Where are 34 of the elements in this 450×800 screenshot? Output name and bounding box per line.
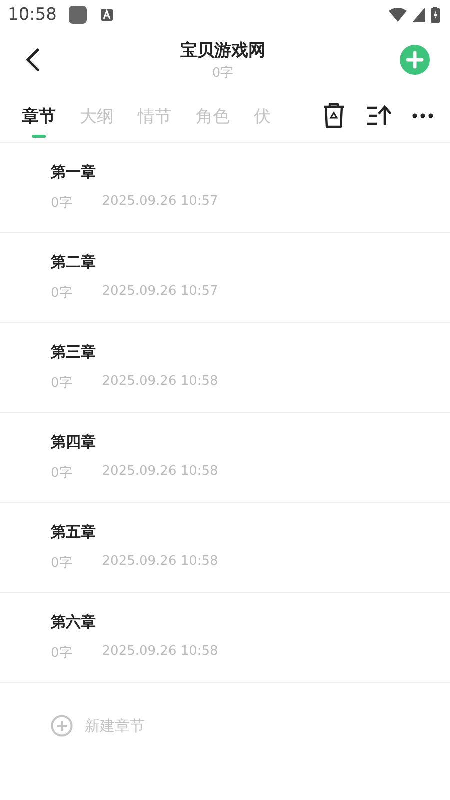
- chapter-item[interactable]: 第二章 0字 2025.09.26 10:57: [0, 233, 450, 323]
- chapter-item[interactable]: 第三章 0字 2025.09.26 10:58: [0, 323, 450, 413]
- chapter-item[interactable]: 第五章 0字 2025.09.26 10:58: [0, 503, 450, 593]
- status-time: 10:58: [8, 5, 57, 25]
- chapter-item[interactable]: 第四章 0字 2025.09.26 10:58: [0, 413, 450, 503]
- chapter-word-count: 0字: [51, 465, 72, 482]
- chapter-word-count: 0字: [51, 375, 72, 392]
- chapter-date: 2025.09.26 10:58: [102, 554, 218, 571]
- chapter-title: 第六章: [51, 613, 96, 632]
- chapter-item[interactable]: 第一章 0字 2025.09.26 10:57: [0, 143, 450, 233]
- chapter-date: 2025.09.26 10:58: [102, 374, 218, 391]
- chapter-title: 第四章: [51, 433, 96, 452]
- add-circle-icon: [51, 715, 73, 737]
- chapter-title: 第一章: [51, 163, 96, 182]
- chapter-word-count: 0字: [51, 555, 72, 572]
- chapter-title: 第五章: [51, 523, 96, 542]
- chapter-word-count: 0字: [51, 195, 72, 212]
- tab[interactable]: 章节: [22, 90, 56, 142]
- wifi-icon: [389, 8, 407, 22]
- chapter-item[interactable]: 第六章 0字 2025.09.26 10:58: [0, 593, 450, 683]
- word-count: 0字: [212, 64, 234, 82]
- signal-icon: [413, 8, 425, 22]
- chapter-date: 2025.09.26 10:58: [102, 464, 218, 481]
- chapter-date: 2025.09.26 10:58: [102, 644, 218, 661]
- keyboard-notification-icon: [101, 9, 113, 21]
- chapter-word-count: 0字: [51, 645, 72, 662]
- app-notification-icon: [69, 6, 87, 24]
- chapter-title: 第二章: [51, 253, 96, 272]
- chapter-title: 第三章: [51, 343, 96, 362]
- book-title: 宝贝游戏网: [180, 40, 266, 62]
- chapter-date: 2025.09.26 10:57: [102, 284, 218, 301]
- chapter-word-count: 0字: [51, 285, 72, 302]
- chapter-date: 2025.09.26 10:57: [102, 194, 218, 211]
- battery-icon: [431, 7, 440, 23]
